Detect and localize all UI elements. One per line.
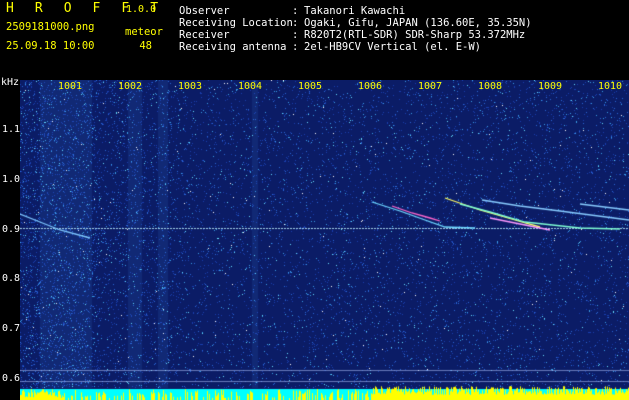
y-tick-label: 1.0 xyxy=(2,174,21,185)
x-tick-label: 1006 xyxy=(358,81,383,92)
header-panel: H R O F F T 1.0.0 2509181000.png 25.09.1… xyxy=(0,0,629,78)
info-value: Ogaki, Gifu, JAPAN (136.60E, 35.35N) xyxy=(304,17,532,29)
info-antenna: Receiving antenna:2el-HB9CV Vertical (el… xyxy=(179,41,482,53)
waterfall-canvas xyxy=(20,80,629,400)
meteor-count: 48 xyxy=(139,40,152,52)
y-tick-label: 0.8 xyxy=(2,273,21,284)
info-location: Receiving Location: Ogaki, Gifu, JAPAN (1… xyxy=(179,17,532,29)
x-tick-label: 1010 xyxy=(598,81,623,92)
meteor-label: meteor xyxy=(125,26,163,38)
info-key: Observer xyxy=(179,5,230,17)
x-tick-label: 1001 xyxy=(58,81,83,92)
y-axis-unit: kHz xyxy=(1,77,20,88)
date-time: 25.09.18 10:00 xyxy=(6,40,95,52)
info-value: R820T2(RTL-SDR) SDR-Sharp 53.372MHz xyxy=(304,29,526,41)
y-tick-label: 0.6 xyxy=(2,373,21,384)
info-value: Takanori Kawachi xyxy=(304,5,406,17)
info-receiver: Receiver: R820T2(RTL-SDR) SDR-Sharp 53.37… xyxy=(179,29,526,41)
x-tick-label: 1003 xyxy=(178,81,203,92)
info-value: 2el-HB9CV Vertical (el. E-W) xyxy=(304,41,482,53)
x-tick-label: 1004 xyxy=(238,81,263,92)
file-name: 2509181000.png xyxy=(6,21,95,33)
x-tick-label: 1007 xyxy=(418,81,443,92)
info-observer: Observer: Takanori Kawachi xyxy=(179,5,406,17)
x-tick-label: 1008 xyxy=(478,81,503,92)
app-version: 1.0.0 xyxy=(126,4,157,15)
y-tick-label: 0.7 xyxy=(2,323,21,334)
y-tick-label: 1.1 xyxy=(2,124,21,135)
x-tick-label: 1002 xyxy=(118,81,143,92)
info-key: Receiver xyxy=(179,29,230,41)
info-key: Receiving antenna xyxy=(179,41,287,53)
y-tick-label: 0.9 xyxy=(2,224,21,235)
waterfall-plot xyxy=(20,80,629,400)
x-tick-label: 1009 xyxy=(538,81,563,92)
x-tick-label: 1005 xyxy=(298,81,323,92)
info-key: Receiving Location xyxy=(179,17,293,29)
